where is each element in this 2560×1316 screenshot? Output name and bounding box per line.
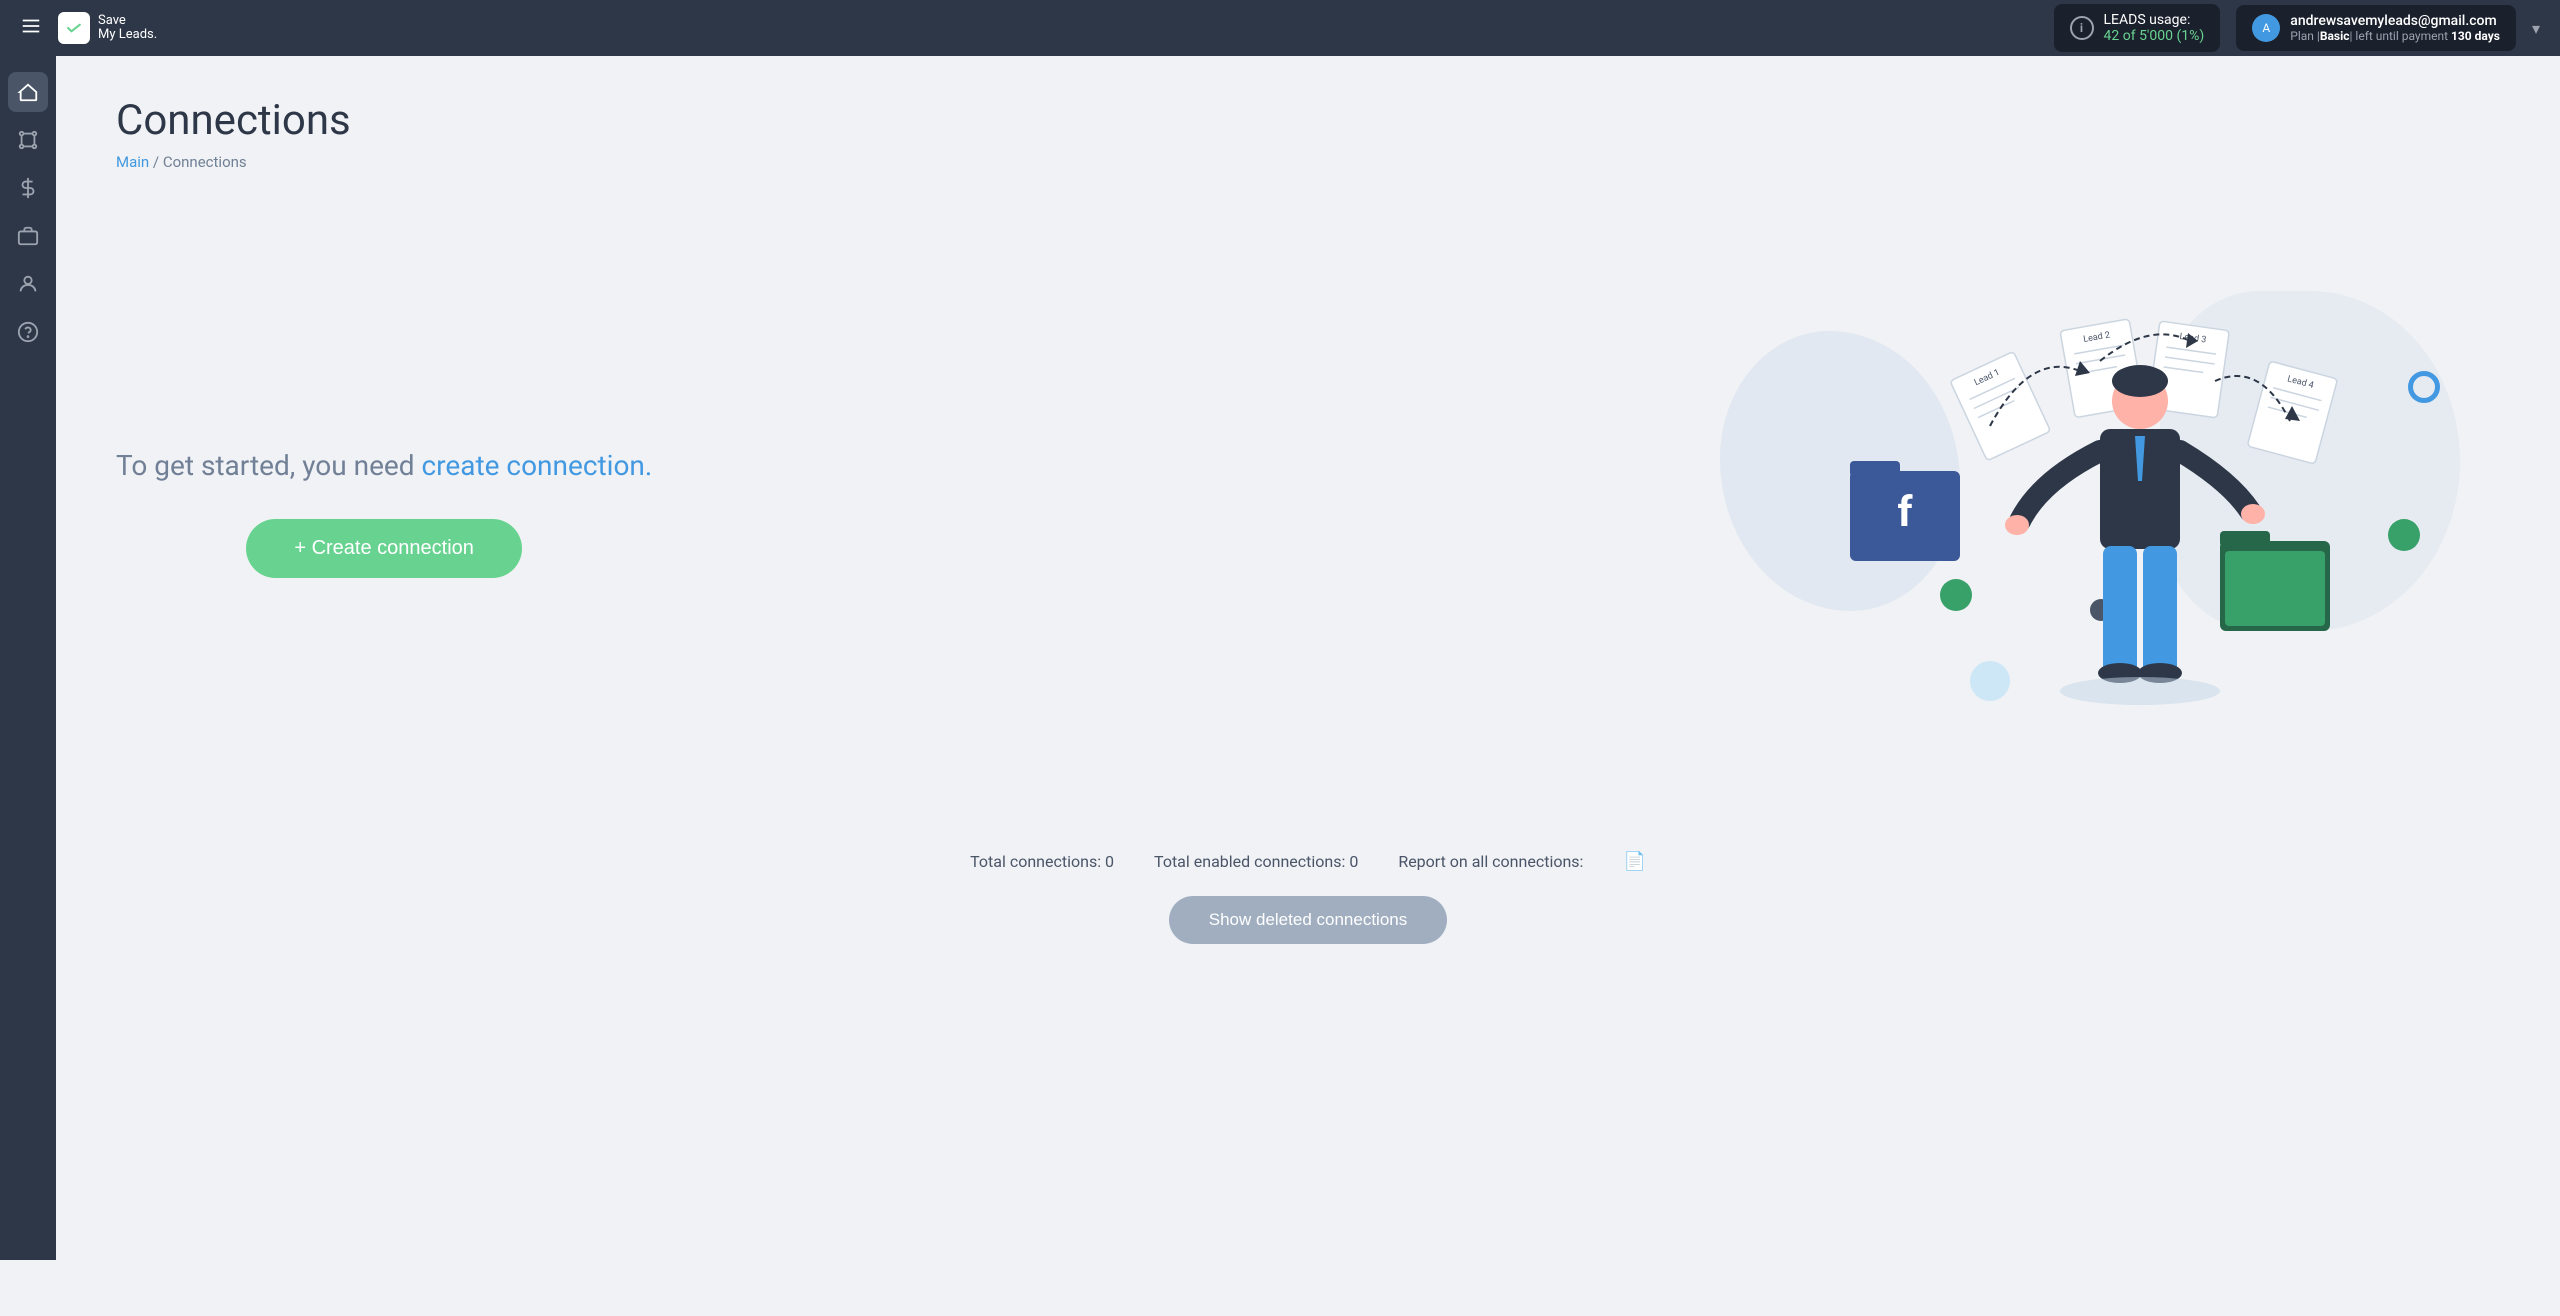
sidebar-item-billing[interactable] [8, 168, 48, 208]
sidebar [0, 56, 56, 1260]
logo-box [58, 12, 90, 44]
main-illustration-svg: f Lead 1 [1720, 251, 2500, 771]
sidebar-item-connections[interactable] [8, 120, 48, 160]
svg-text:f: f [1897, 488, 1913, 537]
tagline-link: create connection. [422, 449, 653, 482]
report-label: Report on all connections: [1398, 852, 1583, 871]
info-icon: i [2070, 16, 2094, 40]
page-title: Connections [116, 96, 2500, 145]
main-content: Connections Main / Connections To get st… [56, 56, 2560, 1260]
user-widget[interactable]: A andrewsavemyleads@gmail.com Plan |Basi… [2236, 5, 2516, 51]
avatar: A [2252, 14, 2280, 42]
create-connection-button[interactable]: + Create connection [246, 519, 522, 578]
navbar: Save My Leads. i LEADS usage: 42 of 5'00… [0, 0, 2560, 56]
content-area: To get started, you need create connecti… [116, 211, 2500, 811]
logo-text: Save My Leads. [98, 14, 157, 43]
breadcrumb-main[interactable]: Main [116, 153, 149, 171]
breadcrumb-current: Connections [163, 153, 247, 171]
tagline: To get started, you need create connecti… [116, 445, 652, 487]
report-icon[interactable]: 📄 [1623, 851, 1645, 872]
logo: Save My Leads. [58, 12, 157, 44]
breadcrumb: Main / Connections [116, 153, 2500, 171]
illustration: f Lead 1 [1720, 251, 2500, 771]
left-content: To get started, you need create connecti… [116, 445, 652, 578]
show-deleted-button[interactable]: Show deleted connections [1169, 896, 1447, 944]
total-enabled-connections: Total enabled connections: 0 [1154, 852, 1358, 871]
chevron-down-icon[interactable]: ▾ [2532, 19, 2540, 38]
stats-row: Total connections: 0 Total enabled conne… [970, 851, 1646, 872]
leads-usage-text: LEADS usage: 42 of 5'000 (1%) [2104, 12, 2205, 44]
sidebar-item-integrations[interactable] [8, 216, 48, 256]
user-info: andrewsavemyleads@gmail.com Plan |Basic|… [2290, 13, 2500, 43]
sidebar-item-help[interactable] [8, 312, 48, 352]
leads-usage-widget: i LEADS usage: 42 of 5'000 (1%) [2054, 4, 2221, 52]
sidebar-item-home[interactable] [8, 72, 48, 112]
leads-count: 42 of 5'000 (1%) [2104, 28, 2205, 44]
user-plan: Plan |Basic| left until payment 130 days [2290, 29, 2500, 43]
bottom-bar: Total connections: 0 Total enabled conne… [116, 811, 2500, 964]
menu-icon[interactable] [20, 15, 42, 42]
user-email: andrewsavemyleads@gmail.com [2290, 13, 2500, 29]
total-connections: Total connections: 0 [970, 852, 1114, 871]
sidebar-item-account[interactable] [8, 264, 48, 304]
